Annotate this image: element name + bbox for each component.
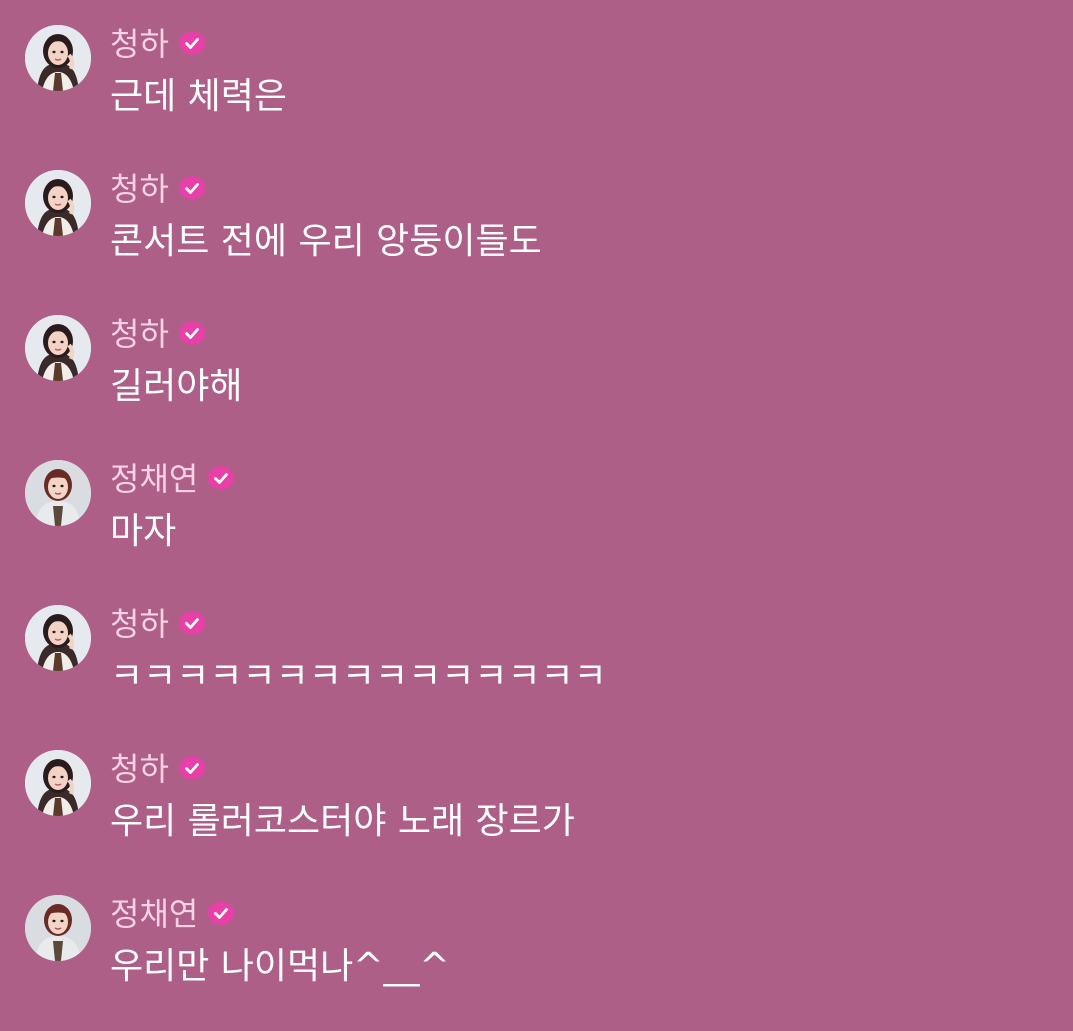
chat-message: 청하 근데 체력은 xyxy=(0,0,1073,140)
message-text: ㅋㅋㅋㅋㅋㅋㅋㅋㅋㅋㅋㅋㅋㅋㅋ xyxy=(110,656,607,697)
verified-badge-icon xyxy=(206,464,236,494)
sender-name[interactable]: 정채연 xyxy=(110,892,198,936)
message-text: 마자 xyxy=(110,511,177,552)
message-text: 콘서트 전에 우리 앙둥이들도 xyxy=(110,221,542,262)
chat-message: 청하 우리 롤러코스터야 노래 장르가 xyxy=(0,725,1073,865)
chat-message: 청하 길러야해 xyxy=(0,290,1073,430)
message-header: 청하 xyxy=(110,167,207,211)
verified-badge-icon xyxy=(177,754,207,784)
message-text: 우리만 나이먹나^__^ xyxy=(110,946,450,987)
message-header: 청하 xyxy=(110,22,207,66)
sender-name[interactable]: 청하 xyxy=(110,167,169,211)
message-header: 정채연 xyxy=(110,892,236,936)
chat-message-list: 청하 근데 체력은 청하 콘서트 전에 우리 앙둥이들도 청하 길러야해 정채연… xyxy=(0,0,1073,1031)
avatar-chungha-icon[interactable] xyxy=(25,750,91,816)
message-text: 우리 롤러코스터야 노래 장르가 xyxy=(110,801,575,842)
avatar-chungha-icon[interactable] xyxy=(25,25,91,91)
message-header: 청하 xyxy=(110,312,207,356)
message-header: 정채연 xyxy=(110,457,236,501)
avatar-chungha-icon[interactable] xyxy=(25,170,91,236)
message-header: 청하 xyxy=(110,602,207,646)
sender-name[interactable]: 청하 xyxy=(110,312,169,356)
avatar-jungchaeyeon-icon[interactable] xyxy=(25,460,91,526)
verified-badge-icon xyxy=(177,29,207,59)
chat-message: 청하 콘서트 전에 우리 앙둥이들도 xyxy=(0,145,1073,285)
sender-name[interactable]: 청하 xyxy=(110,747,169,791)
message-text: 길러야해 xyxy=(110,366,243,407)
sender-name[interactable]: 청하 xyxy=(110,22,169,66)
verified-badge-icon xyxy=(177,319,207,349)
message-header: 청하 xyxy=(110,747,207,791)
verified-badge-icon xyxy=(177,174,207,204)
avatar-jungchaeyeon-icon[interactable] xyxy=(25,895,91,961)
message-text: 근데 체력은 xyxy=(110,76,288,117)
avatar-chungha-icon[interactable] xyxy=(25,605,91,671)
verified-badge-icon xyxy=(206,899,236,929)
sender-name[interactable]: 정채연 xyxy=(110,457,198,501)
chat-message: 청하 ㅋㅋㅋㅋㅋㅋㅋㅋㅋㅋㅋㅋㅋㅋㅋ xyxy=(0,580,1073,720)
avatar-chungha-icon[interactable] xyxy=(25,315,91,381)
chat-message: 정채연 우리만 나이먹나^__^ xyxy=(0,870,1073,1010)
verified-badge-icon xyxy=(177,609,207,639)
chat-message: 정채연 마자 xyxy=(0,435,1073,575)
sender-name[interactable]: 청하 xyxy=(110,602,169,646)
